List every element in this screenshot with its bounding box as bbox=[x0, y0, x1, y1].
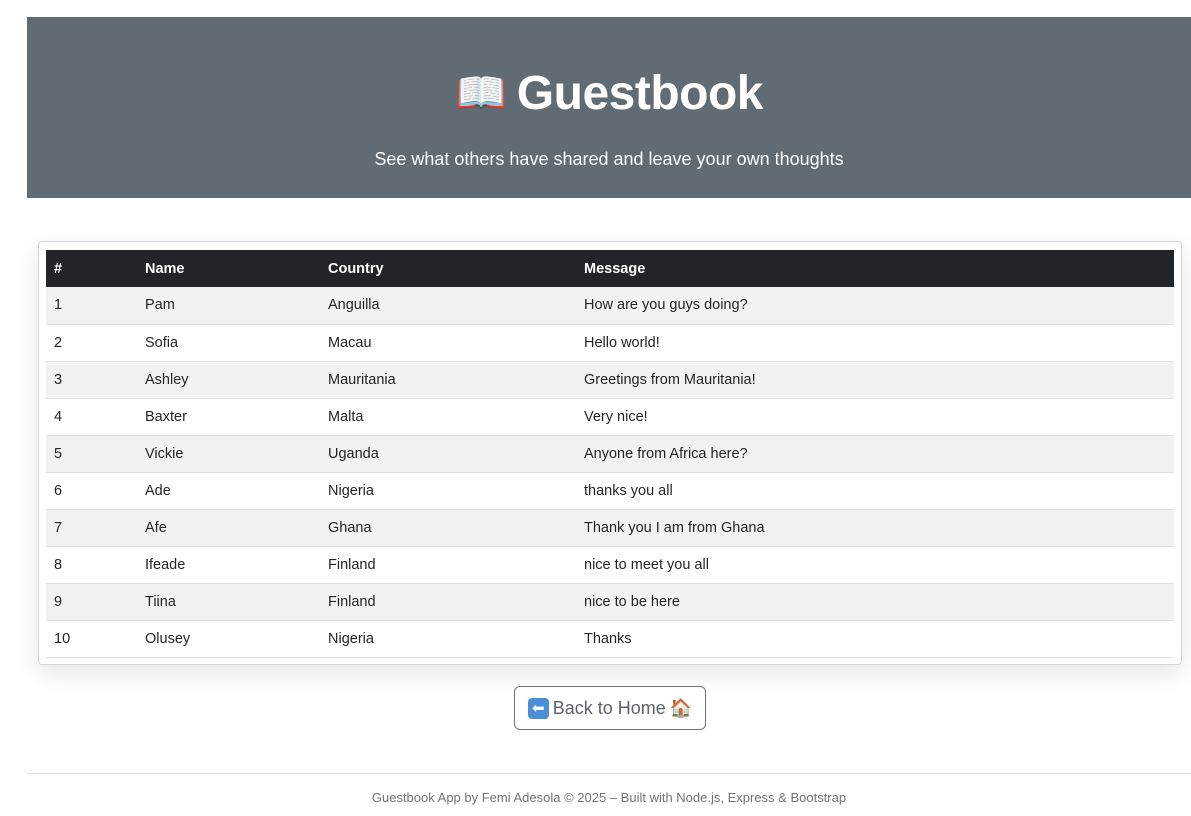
guestbook-table: # Name Country Message 1 Pam Anguilla Ho… bbox=[46, 250, 1174, 658]
entry-country: Mauritania bbox=[320, 361, 576, 399]
page-subtitle: See what others have shared and leave yo… bbox=[374, 149, 844, 169]
entry-number: 7 bbox=[46, 509, 137, 547]
entry-number: 2 bbox=[46, 324, 137, 362]
page-title-text: Guestbook bbox=[516, 67, 764, 120]
entry-country: Ghana bbox=[320, 509, 576, 547]
left-arrow-icon: ⬅ bbox=[527, 697, 549, 719]
entry-name: Ifeade bbox=[137, 546, 320, 584]
table-header: # Name Country Message bbox=[46, 250, 1174, 287]
entry-number: 9 bbox=[46, 583, 137, 621]
table-row: 6 Ade Nigeria thanks you all bbox=[46, 472, 1174, 510]
table-body: 1 Pam Anguilla How are you guys doing? 2… bbox=[46, 287, 1174, 658]
entry-number: 5 bbox=[46, 435, 137, 473]
entry-name: Ade bbox=[137, 472, 320, 510]
entry-name: Pam bbox=[137, 287, 320, 325]
entry-number: 4 bbox=[46, 398, 137, 436]
entry-country: Anguilla bbox=[320, 287, 576, 325]
table-row: 5 Vickie Uganda Anyone from Africa here? bbox=[46, 435, 1174, 473]
table-row: 2 Sofia Macau Hello world! bbox=[46, 324, 1174, 362]
entry-number: 8 bbox=[46, 546, 137, 584]
column-header-number: # bbox=[54, 260, 63, 277]
page-header: 📖 Guestbook See what others have shared a… bbox=[27, 17, 1191, 198]
entry-name: Vickie bbox=[137, 435, 320, 473]
page-title: 📖 Guestbook bbox=[27, 65, 1191, 122]
table-header-row: # Name Country Message bbox=[46, 250, 1174, 287]
entry-country: Uganda bbox=[320, 435, 576, 473]
entry-name: Olusey bbox=[137, 620, 320, 658]
entry-message: nice to meet you all bbox=[576, 546, 1174, 584]
back-to-home-label: Back to Home bbox=[552, 697, 666, 718]
entry-country: Finland bbox=[320, 583, 576, 621]
house-icon: 🏠 bbox=[669, 697, 693, 719]
entry-message: Greetings from Mauritania! bbox=[576, 361, 1174, 399]
entry-country: Finland bbox=[320, 546, 576, 584]
entry-number: 6 bbox=[46, 472, 137, 510]
entry-message: Thanks bbox=[576, 620, 1174, 658]
entry-message: Anyone from Africa here? bbox=[576, 435, 1174, 473]
column-header-name: Name bbox=[145, 260, 185, 277]
open-book-icon: 📖 bbox=[455, 68, 507, 117]
entry-country: Malta bbox=[320, 398, 576, 436]
entry-name: Ashley bbox=[137, 361, 320, 399]
table-row: 9 Tiina Finland nice to be here bbox=[46, 583, 1174, 621]
entry-name: Afe bbox=[137, 509, 320, 547]
entry-message: Very nice! bbox=[576, 398, 1174, 436]
entry-country: Nigeria bbox=[320, 472, 576, 510]
entry-country: Macau bbox=[320, 324, 576, 362]
guestbook-card: # Name Country Message 1 Pam Anguilla Ho… bbox=[38, 241, 1182, 665]
entry-message: How are you guys doing? bbox=[576, 287, 1174, 325]
footer-divider bbox=[27, 773, 1191, 774]
entry-name: Tiina bbox=[137, 583, 320, 621]
column-header-message: Message bbox=[584, 260, 646, 277]
entry-message: nice to be here bbox=[576, 583, 1174, 621]
entry-message: thanks you all bbox=[576, 472, 1174, 510]
table-row: 3 Ashley Mauritania Greetings from Mauri… bbox=[46, 361, 1174, 399]
column-header-country: Country bbox=[328, 260, 384, 277]
page-footer: Guestbook App by Femi Adesola © 2025 – B… bbox=[371, 790, 847, 805]
entry-message: Thank you I am from Ghana bbox=[576, 509, 1174, 547]
entry-name: Baxter bbox=[137, 398, 320, 436]
table-row: 7 Afe Ghana Thank you I am from Ghana bbox=[46, 509, 1174, 547]
table-row: 8 Ifeade Finland nice to meet you all bbox=[46, 546, 1174, 584]
entry-message: Hello world! bbox=[576, 324, 1174, 362]
entry-number: 3 bbox=[46, 361, 137, 399]
entry-number: 1 bbox=[46, 287, 137, 325]
table-row: 4 Baxter Malta Very nice! bbox=[46, 398, 1174, 436]
back-to-home-button[interactable]: ⬅ Back to Home 🏠 bbox=[514, 686, 706, 730]
entry-name: Sofia bbox=[137, 324, 320, 362]
table-row: 10 Olusey Nigeria Thanks bbox=[46, 620, 1174, 658]
entry-number: 10 bbox=[46, 620, 137, 658]
table-row: 1 Pam Anguilla How are you guys doing? bbox=[46, 287, 1174, 325]
entry-country: Nigeria bbox=[320, 620, 576, 658]
